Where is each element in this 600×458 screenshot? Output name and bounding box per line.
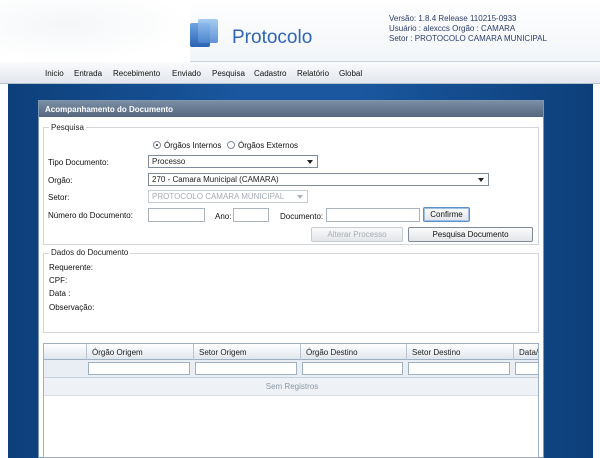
header-decoration [0,0,190,62]
menu-item-enviado[interactable]: Enviado [172,69,201,78]
filter-orgao-destino-input[interactable] [302,362,403,375]
documento-input[interactable] [326,208,420,222]
radio-external-label: Órgãos Externos [238,141,299,150]
grid-header: Órgão Origem Setor Origem Órgão Destino … [44,344,538,360]
chevron-down-icon [297,195,303,199]
confirm-button[interactable]: Confirme [423,207,470,222]
observacao-label: Observação: [49,303,95,312]
grid-empty-message: Sem Registros [44,378,538,396]
ano-input[interactable] [233,208,269,222]
setor-select: PROTOCOLO CAMARA MUNICIPAL [148,190,308,203]
radio-internal-label: Órgãos Internos [164,141,222,150]
cpf-label: CPF: [49,276,68,285]
numero-documento-label: Número do Documento: [48,211,133,220]
version-text: Versão: 1.8.4 Release 110215-0933 [389,14,517,23]
session-info: Versão: 1.8.4 Release 110215-0933 Usuári… [389,14,547,44]
filter-setor-origem-input[interactable] [195,362,297,375]
grid-col-data[interactable]: Data/H [513,344,538,360]
search-legend: Pesquisa [49,123,86,132]
menu-item-global[interactable]: Global [339,69,362,78]
protocol-logo-icon [190,19,220,49]
movements-grid: Órgão Origem Setor Origem Órgão Destino … [43,343,539,458]
data-label: Data : [49,289,71,298]
search-document-button[interactable]: Pesquisa Documento [408,227,533,242]
menu-item-inicio[interactable]: Inicio [45,69,64,78]
menu-item-cadastro[interactable]: Cadastro [254,69,286,78]
filter-orgao-origem-input[interactable] [88,362,190,375]
user-text: Usuário : alexccs Orgão : CAMARA [389,24,516,33]
setor-value: PROTOCOLO CAMARA MUNICIPAL [152,192,285,201]
tipo-documento-select[interactable]: Processo [148,155,318,168]
alter-process-button: Alterar Processo [311,227,403,242]
tipo-documento-label: Tipo Documento: [48,158,109,167]
ano-label: Ano: [215,212,232,221]
radio-internal[interactable] [153,141,161,149]
numero-documento-input[interactable] [148,208,205,222]
grid-col-select [44,344,86,360]
document-data-legend: Dados do Documento [49,248,131,257]
radio-external[interactable] [227,141,235,149]
orgao-label: Orgão: [48,176,73,185]
menu-item-relatorio[interactable]: Relatório [297,69,329,78]
grid-col-orgao-destino[interactable]: Órgão Destino [300,344,406,360]
chevron-down-icon [307,160,313,164]
grid-col-setor-origem[interactable]: Setor Origem [193,344,300,360]
setor-label: Setor: [48,193,70,202]
filter-setor-destino-input[interactable] [408,362,510,375]
grid-col-orgao-origem[interactable]: Órgão Origem [86,344,193,360]
app-logo-text: Protocolo [232,27,313,48]
app-header: Protocolo Versão: 1.8.4 Release 110215-0… [0,0,600,62]
menu-item-entrada[interactable]: Entrada [74,69,102,78]
orgao-value: 270 - Camara Municipal (CAMARA) [152,175,279,184]
sector-text: Setor : PROTOCOLO CAMARA MUNICIPAL [389,34,547,43]
menu-item-pesquisa[interactable]: Pesquisa [212,69,245,78]
panel-title: Acompanhamento do Documento [39,101,543,117]
grid-col-setor-destino[interactable]: Setor Destino [406,344,513,360]
orgao-select[interactable]: 270 - Camara Municipal (CAMARA) [148,173,489,186]
filter-data-input[interactable] [515,362,538,375]
grid-filter-row [44,360,538,378]
documento-label: Documento: [280,212,324,221]
chevron-down-icon [478,178,484,182]
tipo-documento-value: Processo [152,157,186,166]
menu-item-recebimento[interactable]: Recebimento [113,69,160,78]
requerente-label: Requerente: [49,263,94,272]
document-data-fieldset [43,253,539,333]
main-menu: Inicio Entrada Recebimento Enviado Pesqu… [0,62,600,84]
